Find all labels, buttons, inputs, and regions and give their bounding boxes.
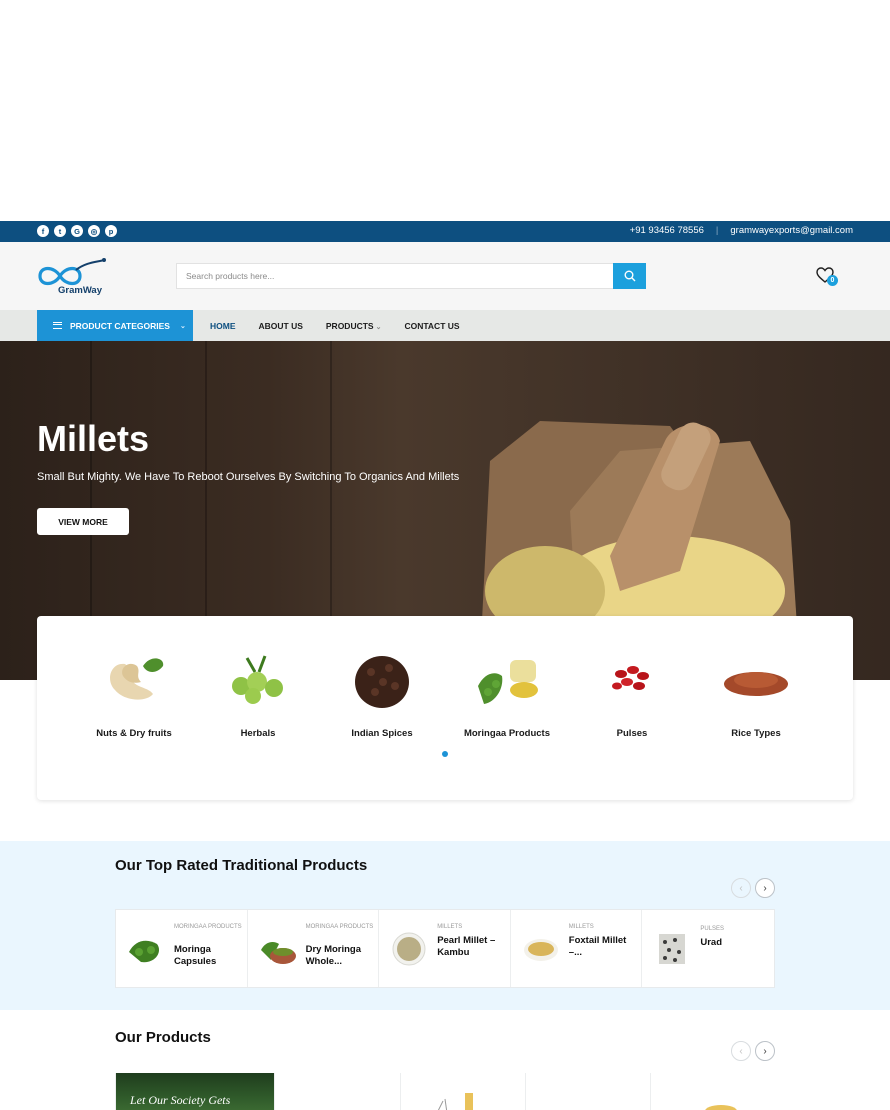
nav-menu: HOME ABOUT US PRODUCTS ⌄ CONTACT US <box>210 310 460 341</box>
product-categories-label: PRODUCT CATEGORIES <box>70 320 170 331</box>
category-label: Rice Types <box>731 728 781 739</box>
product-category: MILLETS <box>568 924 594 930</box>
category-item[interactable]: Moringaa Products <box>445 616 569 766</box>
product-name[interactable]: Moringa Capsules <box>174 944 244 968</box>
product-grain-icon <box>705 1105 737 1110</box>
amla-icon <box>232 655 283 704</box>
product-name[interactable]: Foxtail Millet –... <box>569 935 639 959</box>
product-category: MORINGAA PRODUCTS <box>305 924 374 930</box>
site-header: GramWay 0 <box>0 242 890 310</box>
category-item[interactable]: Pulses <box>570 616 694 766</box>
promo-banner[interactable]: Let Our Society Gets <box>115 1073 274 1110</box>
wishlist-button[interactable]: 0 <box>816 267 838 287</box>
chevron-down-icon: ⌄ <box>179 322 186 330</box>
product-tile[interactable] <box>525 1073 650 1110</box>
product-categories-button[interactable]: PRODUCT CATEGORIES ⌄ <box>37 310 193 341</box>
cloves-icon <box>355 656 409 708</box>
category-item[interactable]: Indian Spices <box>320 616 444 766</box>
our-products-section: Our Products ‹ › Let Our Society Gets <box>0 1010 890 1110</box>
category-item[interactable]: Rice Types <box>694 616 818 766</box>
rice-icon <box>724 672 788 696</box>
nav-item-products-label: PRODUCTS <box>325 320 374 331</box>
product-card[interactable]: MORINGAA PRODUCTS Dry Moringa Whole... <box>248 910 380 987</box>
carousel-arrows: ‹ › <box>731 878 775 898</box>
view-more-button[interactable]: VIEW MORE <box>37 508 129 535</box>
menu-icon <box>53 322 62 329</box>
product-card[interactable]: MILLETS Foxtail Millet –... <box>511 910 643 987</box>
nav-item-home[interactable]: HOME <box>210 321 236 331</box>
nav-item-contact-us[interactable]: CONTACT US <box>404 321 459 331</box>
top-rated-product-list: MORINGAA PRODUCTS Moringa Capsules MORIN… <box>115 909 775 988</box>
facebook-icon[interactable]: f <box>37 225 49 237</box>
wishlist-count-badge: 0 <box>827 275 838 286</box>
chevron-left-icon[interactable]: ‹ <box>731 1041 751 1061</box>
nav-item-products[interactable]: PRODUCTS ⌄ <box>326 321 382 331</box>
urad-image <box>653 930 692 968</box>
section-title: Our Top Rated Traditional Products <box>115 857 368 874</box>
page: f t G ◎ p +91 93456 78556 | gramwayexpor… <box>0 0 890 1110</box>
dry-moringa-image <box>258 930 297 968</box>
product-card[interactable]: PULSES Urad <box>642 910 774 987</box>
product-tile[interactable] <box>400 1073 525 1110</box>
product-grid: Let Our Society Gets <box>115 1073 775 1110</box>
pearl-millet-image <box>390 930 429 968</box>
search-input[interactable] <box>176 263 613 289</box>
pinterest-icon[interactable]: p <box>105 225 117 237</box>
instagram-icon[interactable]: ◎ <box>88 225 100 237</box>
product-card[interactable]: MILLETS Pearl Millet – Kambu <box>379 910 511 987</box>
chevron-right-icon[interactable]: › <box>755 878 775 898</box>
product-card[interactable]: MORINGAA PRODUCTS Moringa Capsules <box>116 910 248 987</box>
nav-item-about-us[interactable]: ABOUT US <box>259 321 303 331</box>
section-title: Our Products <box>115 1029 211 1046</box>
promo-text: Let Our Society Gets <box>130 1093 231 1107</box>
google-icon[interactable]: G <box>71 225 83 237</box>
logo-text: GramWay <box>58 285 102 296</box>
product-bottle-icon <box>437 1093 473 1110</box>
search-bar <box>176 263 646 289</box>
category-label: Indian Spices <box>351 728 413 739</box>
search-icon <box>624 270 635 282</box>
category-label: Moringaa Products <box>463 728 551 739</box>
category-label: Herbals <box>240 728 276 739</box>
moringa-capsules-image <box>127 930 165 968</box>
product-category: PULSES <box>700 926 725 932</box>
email-link[interactable]: gramwayexports@gmail.com <box>730 225 853 236</box>
beans-icon <box>612 666 649 690</box>
category-item[interactable]: Nuts & Dry fruits <box>72 616 196 766</box>
product-category: MILLETS <box>437 924 463 930</box>
top-bar: f t G ◎ p +91 93456 78556 | gramwayexpor… <box>0 221 890 242</box>
product-tile[interactable] <box>650 1073 775 1110</box>
twitter-icon[interactable]: t <box>54 225 66 237</box>
top-rated-section: Our Top Rated Traditional Products ‹ › M… <box>0 841 890 1010</box>
chevron-left-icon[interactable]: ‹ <box>731 878 751 898</box>
product-name[interactable]: Dry Moringa Whole... <box>306 944 376 968</box>
search-button[interactable] <box>613 263 646 289</box>
contact-info: +91 93456 78556 | gramwayexports@gmail.c… <box>630 225 853 236</box>
phone-link[interactable]: +91 93456 78556 <box>630 225 704 236</box>
foxtail-millet-image <box>521 930 560 968</box>
category-item[interactable]: Herbals <box>196 616 320 766</box>
hero-subtitle: Small But Mighty. We Have To Reboot Ours… <box>37 471 460 483</box>
product-name[interactable]: Pearl Millet – Kambu <box>437 935 507 959</box>
category-label: Nuts & Dry fruits <box>96 728 172 739</box>
category-carousel: Nuts & Dry fruits Herbals Indian Spices <box>37 616 853 800</box>
carousel-dot[interactable] <box>442 751 448 757</box>
carousel-arrows: ‹ › <box>731 1041 775 1061</box>
product-category: MORINGAA PRODUCTS <box>174 924 242 930</box>
main-navigation: PRODUCT CATEGORIES ⌄ HOME ABOUT US PRODU… <box>0 310 890 341</box>
hero-title: Millets <box>37 418 150 459</box>
social-links: f t G ◎ p <box>37 225 117 237</box>
product-tile[interactable] <box>274 1073 400 1110</box>
contact-separator: | <box>715 225 719 236</box>
cashew-icon <box>110 658 164 700</box>
chevron-down-icon: ⌄ <box>375 323 382 331</box>
category-label: Pulses <box>616 728 648 739</box>
moringa-oil-icon <box>478 660 538 704</box>
product-name[interactable]: Urad <box>700 937 770 949</box>
chevron-right-icon[interactable]: › <box>755 1041 775 1061</box>
